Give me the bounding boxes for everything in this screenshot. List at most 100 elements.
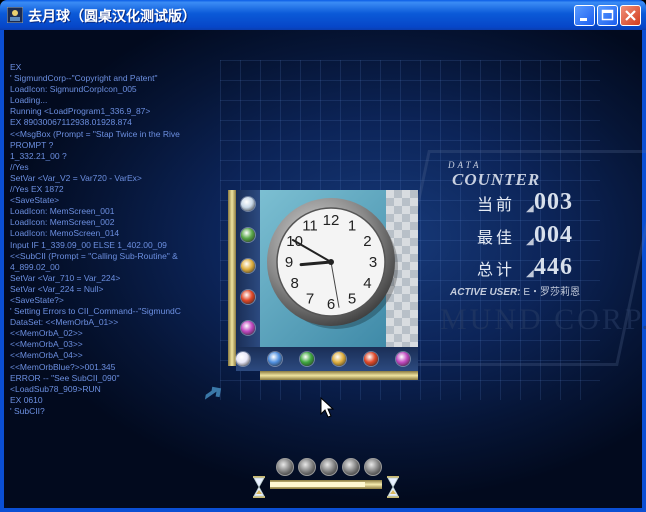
orb-icon[interactable] xyxy=(241,197,255,211)
counter-row-current: 当前 ◢ 003 xyxy=(470,189,610,219)
counter-row-total: 总计 ◢ 446 xyxy=(470,254,610,284)
window-frame-bottom xyxy=(0,508,646,512)
orb-icon[interactable] xyxy=(236,352,250,366)
orb-icon[interactable] xyxy=(364,352,378,366)
code-line: Running <LoadProgram1_336.9_87> xyxy=(10,106,151,117)
app-icon xyxy=(7,7,23,23)
close-icon xyxy=(625,10,636,21)
clock-numeral: 5 xyxy=(348,290,356,307)
window-title: 去月球（圆桌汉化测试版） xyxy=(28,9,196,25)
maximize-button[interactable] xyxy=(597,5,618,26)
code-line: LoadIcon: MemScreen_001 xyxy=(10,206,115,217)
counter-label: COUNTER xyxy=(452,170,541,189)
clock-numeral: 12 xyxy=(323,212,340,229)
code-line: SetVar <Var_224 = Null> xyxy=(10,283,104,294)
code-line: LoadIcon: MemScreen_002 xyxy=(10,217,115,228)
timer-knob xyxy=(276,458,294,476)
clock-numeral: 1 xyxy=(348,218,356,235)
counter-arrow-icon: ◢ xyxy=(526,203,534,214)
code-line: ERROR -- "See SubCII_090" xyxy=(10,372,120,383)
code-line: ' Setting Errors to CII_Command--"Sigmun… xyxy=(10,306,181,317)
code-line: LoadIcon: MemoScreen_014 xyxy=(10,228,120,239)
counter-arrow-icon: ◢ xyxy=(526,236,534,247)
clock-numeral: 6 xyxy=(327,296,335,313)
orb-icon[interactable] xyxy=(241,259,255,273)
data-label: DATA xyxy=(448,160,482,170)
orb-icon[interactable] xyxy=(332,352,346,366)
code-line: <<MemOrbA_03>> xyxy=(10,339,83,350)
corp-watermark: MUND CORP. xyxy=(440,303,646,336)
code-line: PROMPT ? xyxy=(10,139,54,150)
game-window: 去月球（圆桌汉化测试版） MUND CORP. EX ' SigmundCorp-… xyxy=(0,0,646,512)
cursor-icon xyxy=(320,397,335,418)
code-line: //Yes EX 1872 xyxy=(10,184,64,195)
active-user-name: E・罗莎莉恩 xyxy=(523,287,581,298)
code-line: DataSet: <<MemOrbA_01>> xyxy=(10,317,119,328)
timer-widget xyxy=(250,458,400,498)
clock-numeral: 4 xyxy=(363,275,371,292)
code-line: ' SubCII? xyxy=(10,405,45,416)
clock-numeral: 9 xyxy=(285,254,293,271)
orb-icon[interactable] xyxy=(241,290,255,304)
code-scroll-text: EX ' SigmundCorp--"Copyright and Patent" L… xyxy=(10,62,240,422)
orb-icon[interactable] xyxy=(268,352,282,366)
timer-knob xyxy=(298,458,316,476)
minimize-button[interactable] xyxy=(574,5,595,26)
counter-value-best: 004 xyxy=(534,222,573,248)
code-line: <SaveState?> xyxy=(10,294,64,305)
hourglass-icon xyxy=(253,476,265,498)
orb-icon[interactable] xyxy=(396,352,410,366)
active-user-label: ACTIVE USER: xyxy=(450,287,521,298)
code-line: ' SigmundCorp--"Copyright and Patent" xyxy=(10,73,158,84)
hourglass-icon xyxy=(387,476,399,498)
code-line: EX 89030067112938.01928.874 xyxy=(10,117,132,128)
clock-numeral: 2 xyxy=(363,233,371,250)
code-line: 1_332.21_00 ? xyxy=(10,150,67,161)
code-line: Loading... xyxy=(10,95,48,106)
code-line: 4_899.02_00 xyxy=(10,261,60,272)
window-frame-right xyxy=(642,30,646,512)
code-line: <<MemOrbBlue?>>001.345 xyxy=(10,361,116,372)
code-line: SetVar <Var_710 = Var_224> xyxy=(10,272,121,283)
orb-icon[interactable] xyxy=(300,352,314,366)
timer-knob xyxy=(364,458,382,476)
title-bar[interactable]: 去月球（圆桌汉化测试版） xyxy=(0,0,646,30)
active-user: ACTIVE USER: E・罗莎莉恩 xyxy=(450,283,580,298)
gold-rail-left xyxy=(228,190,236,366)
code-line: <<MemOrbA_02>> xyxy=(10,328,83,339)
counter-row-best: 最佳 ◢ 004 xyxy=(470,222,610,252)
counter-label-current: 当前 xyxy=(477,195,516,214)
orb-icon[interactable] xyxy=(241,321,255,335)
close-button[interactable] xyxy=(620,5,641,26)
code-line: //Yes xyxy=(10,161,29,172)
code-line: <<SubCII (Prompt = "Calling Sub-Routine"… xyxy=(10,250,178,261)
clock-numeral: 3 xyxy=(369,254,377,271)
code-line: <<MsgBox (Prompt = "Stap Twice in the Ri… xyxy=(10,128,180,139)
timer-knob xyxy=(320,458,338,476)
orb-icon[interactable] xyxy=(241,228,255,242)
timer-knob xyxy=(342,458,360,476)
clock-icon[interactable]: 1234567891011 12 xyxy=(262,193,400,331)
maximize-icon xyxy=(601,9,614,21)
arrow-icon[interactable] xyxy=(204,385,222,403)
counter-header: DATA COUNTER xyxy=(448,160,539,189)
orb-strip-bottom xyxy=(236,347,418,371)
clock-numeral: 8 xyxy=(290,275,298,292)
timer-bar-fill xyxy=(270,482,366,487)
clock-numeral: 7 xyxy=(306,290,314,307)
code-line: SetVar <Var_V2 = Var720 - VarEx> xyxy=(10,172,142,183)
counter-arrow-icon: ◢ xyxy=(526,268,534,279)
minimize-icon xyxy=(580,18,587,21)
code-line: <SaveState> xyxy=(10,195,60,206)
counter-value-total: 446 xyxy=(534,254,573,280)
orb-strip-left xyxy=(236,190,260,371)
clock-numeral: 11 xyxy=(302,218,318,235)
timer-bar xyxy=(270,480,382,489)
gold-rail-bottom xyxy=(260,371,418,380)
counter-label-total: 总计 xyxy=(477,260,516,279)
code-line: Input IF 1_339.09_00 ELSE 1_402.00_09 xyxy=(10,239,167,250)
counter-value-current: 003 xyxy=(534,189,573,215)
code-line: LoadIcon: SigmundCorpIcon_005 xyxy=(10,84,137,95)
counter-label-best: 最佳 xyxy=(477,228,516,247)
code-line: <<MemOrbA_04>> xyxy=(10,350,83,361)
